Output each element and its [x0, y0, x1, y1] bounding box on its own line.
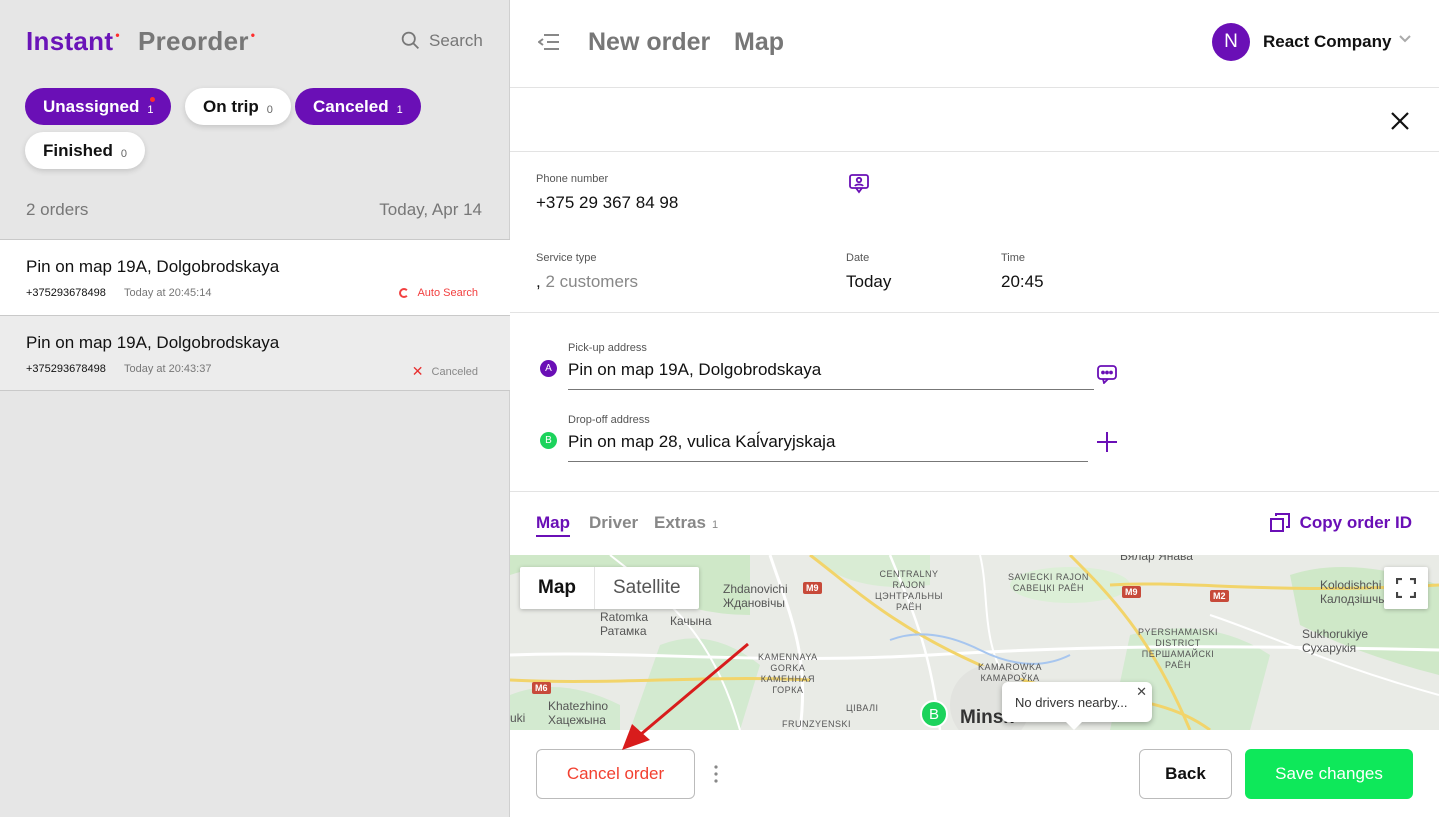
map-type-map-button[interactable]: Map [520, 567, 595, 609]
time-field[interactable]: 20:45 [1001, 272, 1044, 292]
pickup-marker-icon: A [540, 360, 557, 377]
pickup-underline [568, 389, 1094, 390]
time-label: Time [1001, 252, 1026, 264]
tab-map[interactable]: Map [536, 513, 570, 537]
filter-unassigned[interactable]: Unassigned 1 [25, 88, 172, 125]
pickup-label: Pick-up address [568, 342, 647, 354]
map-type-satellite-button[interactable]: Satellite [595, 567, 699, 609]
tooltip-close-icon[interactable]: ✕ [1136, 684, 1147, 700]
collapse-menu-icon[interactable] [538, 32, 560, 52]
annotation-arrow-icon [622, 642, 749, 750]
close-bar [510, 88, 1439, 152]
road-shield: M6 [532, 682, 551, 694]
order-status: Auto Search [399, 287, 478, 299]
filter-finished[interactable]: Finished 0 [25, 132, 146, 169]
map-label: KAMAROWKA КАМАРОЎКА [978, 662, 1043, 683]
map-label: Ratomka Ратамка [600, 610, 649, 638]
order-list-item[interactable]: Pin on map 19A, Dolgobrodskaya +37529367… [0, 239, 510, 315]
customer-chat-icon[interactable] [848, 172, 870, 194]
search-label: Search [429, 30, 483, 50]
tab-preorder[interactable]: Preorder • [138, 26, 255, 57]
map-label: Sukhorukiye Сухарукія [1302, 627, 1369, 655]
tab-instant[interactable]: Instant • [26, 26, 120, 57]
road-shield: M9 [803, 582, 822, 594]
phone-field[interactable]: +375 29 367 84 98 [536, 193, 678, 213]
map-label: Zhdanovichi Ждановічы [723, 582, 788, 610]
cancel-x-icon: ✕ [411, 363, 424, 379]
title-new-order[interactable]: New order [588, 28, 710, 57]
order-phone: +375293678498 [26, 287, 106, 299]
divider [510, 491, 1439, 492]
order-status: ✕ Canceled [411, 363, 478, 379]
search-button[interactable]: Search [400, 30, 483, 51]
map-type-toggle: Map Satellite [520, 567, 699, 609]
road-shield: M2 [1210, 590, 1229, 602]
copy-order-id-button[interactable]: Copy order ID [1269, 513, 1412, 533]
service-type-label: Service type [536, 252, 597, 264]
tab-extras[interactable]: Extras 1 [654, 513, 718, 533]
map-label: Качына [670, 614, 712, 628]
map-label: KAMENNAYA GORKA КАМЕННАЯ ГОРКА [758, 652, 818, 695]
map-label: SAVIECKI RAJON САВЕЦКІ РАЁН [1008, 572, 1089, 593]
new-indicator [150, 97, 156, 102]
dropoff-label: Drop-off address [568, 414, 650, 426]
back-button[interactable]: Back [1139, 749, 1232, 799]
pickup-address-input[interactable]: Pin on map 19A, Dolgobrodskaya [568, 360, 821, 380]
dropoff-address-input[interactable]: Pin on map 28, vulica Kaĺvaryjskaja [568, 432, 835, 452]
more-options-icon[interactable] [714, 765, 718, 783]
dropoff-marker-icon: B [540, 432, 557, 449]
order-time: Today at 20:43:37 [124, 363, 212, 375]
map-label: PYERSHAMAISKI DISTRICT ПЕРШАМАЙСКІ РАЁН [1138, 627, 1219, 670]
cancel-order-button[interactable]: Cancel order [536, 749, 695, 799]
order-time: Today at 20:45:14 [124, 287, 212, 299]
filter-canceled[interactable]: Canceled 1 [295, 88, 421, 125]
search-icon [401, 31, 419, 49]
orders-date: Today, Apr 14 [379, 200, 482, 219]
dropoff-map-marker[interactable]: B [920, 700, 948, 728]
tab-driver[interactable]: Driver [589, 513, 638, 533]
company-name[interactable]: React Company [1263, 32, 1391, 52]
map-label: FRUNZYENSKI [782, 719, 852, 729]
order-phone: +375293678498 [26, 363, 106, 375]
fullscreen-button[interactable] [1384, 567, 1428, 609]
close-icon[interactable] [1389, 110, 1411, 132]
spinner-icon [399, 288, 410, 298]
title-map[interactable]: Map [734, 28, 784, 57]
order-title: Pin on map 19A, Dolgobrodskaya [26, 333, 280, 352]
map-label: CENTRALNY RAJON ЦЭНТРАЛЬНЫ РАЁН [875, 569, 944, 612]
map-label: ЦІВАЛІ [846, 703, 879, 713]
dropoff-underline [568, 461, 1088, 462]
order-list-item[interactable]: Pin on map 19A, Dolgobrodskaya +37529367… [0, 315, 510, 391]
orders-panel: Instant • Preorder • Search Unassigned 1 On… [0, 0, 510, 817]
copy-icon [1269, 513, 1290, 532]
filter-on-trip[interactable]: On trip 0 [185, 88, 291, 125]
road-shield: M9 [1122, 586, 1141, 598]
phone-label: Phone number [536, 173, 609, 185]
order-title: Pin on map 19A, Dolgobrodskaya [26, 257, 280, 276]
date-label: Date [846, 252, 870, 264]
fullscreen-icon [1396, 578, 1416, 598]
service-type-field[interactable]: , 2 customers [536, 272, 638, 292]
date-field[interactable]: Today [846, 272, 891, 292]
map-label: Бялар Янава [1120, 555, 1193, 563]
map-label: Kolodishchi Калодзішчы [1320, 578, 1387, 606]
save-changes-button[interactable]: Save changes [1245, 749, 1413, 799]
orders-count: 2 orders [26, 200, 89, 219]
pickup-comment-icon[interactable] [1096, 364, 1118, 384]
avatar[interactable]: N [1212, 23, 1250, 61]
header: New order Map N React Company [510, 0, 1439, 88]
chevron-down-icon[interactable] [1398, 32, 1412, 46]
add-stop-icon[interactable] [1096, 431, 1118, 453]
divider [510, 312, 1439, 313]
no-drivers-tooltip: No drivers nearby... ✕ [1002, 682, 1152, 730]
map-label: uki [510, 711, 526, 725]
